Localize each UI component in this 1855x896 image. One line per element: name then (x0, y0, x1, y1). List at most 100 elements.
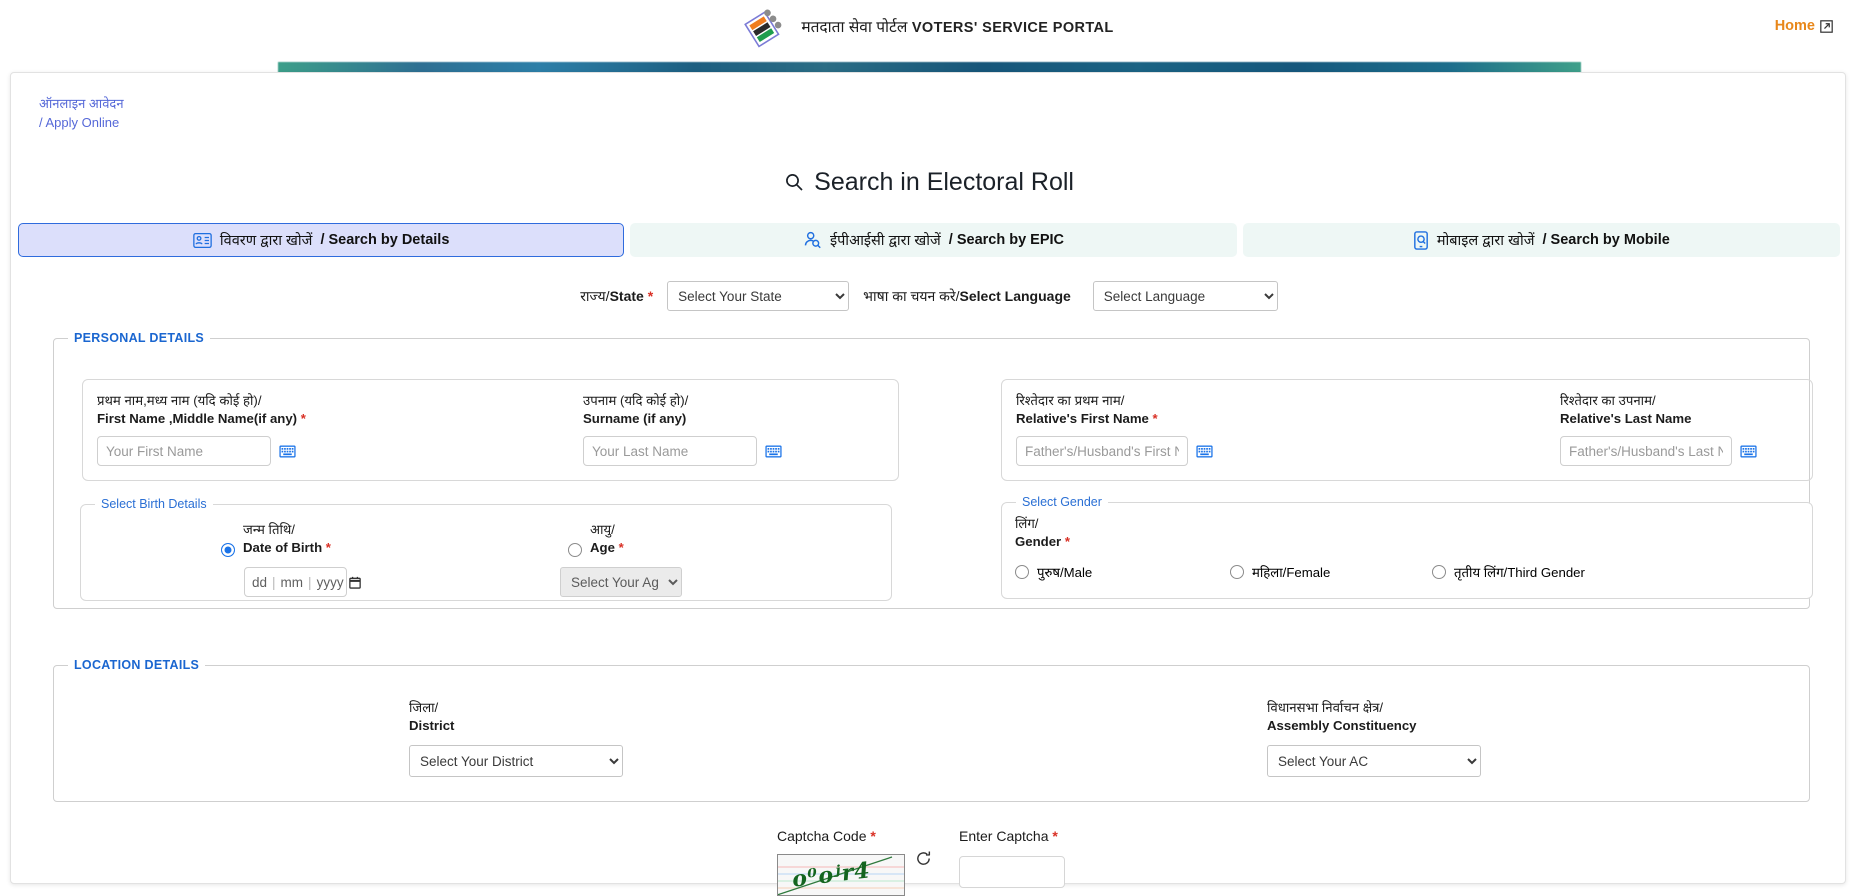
tab-search-by-details[interactable]: विवरण द्वारा खोजें / Search by Details (18, 223, 625, 257)
gender-label-hindi: लिंग/ (1015, 516, 1039, 531)
apply-online-label-english: / Apply Online (39, 114, 120, 130)
state-label-english: State (609, 287, 644, 304)
age-label: आयु/ Age * (590, 521, 624, 557)
personal-details-legend: PERSONAL DETAILS (74, 331, 205, 345)
calendar-icon[interactable] (348, 576, 361, 589)
search-card: ऑनलाइन आवेदन / Apply Online Search in El… (10, 72, 1847, 896)
dob-month-placeholder: mm (280, 574, 304, 590)
enter-captcha-label-text: Enter Captcha (959, 828, 1049, 844)
virtual-keyboard-icon[interactable] (765, 445, 782, 458)
gender-third-label: तृतीय लिंग/Third Gender (1454, 563, 1585, 581)
apply-online-label-hindi: ऑनलाइन आवेदन (39, 96, 124, 111)
first-name-label-english: First Name ,Middle Name(if any) * (97, 410, 306, 428)
tab-label-english: / Search by Mobile (1542, 232, 1670, 248)
relative-first-name-label-hindi: रिश्तेदार का प्रथम नाम/ (1016, 393, 1125, 408)
gender-option-male[interactable]: पुरुष/Male (1015, 563, 1230, 581)
tab-label-hindi: मोबाइल द्वारा खोजें (1436, 233, 1535, 249)
state-language-row: राज्य/State * Select Your State भाषा का … (11, 281, 1847, 311)
language-label: भाषा का चयन करे/Select Language (863, 287, 1071, 306)
virtual-keyboard-icon[interactable] (1740, 445, 1757, 458)
brand-title-english: VOTERS' SERVICE PORTAL (911, 20, 1114, 37)
gender-label-english-text: Gender (1015, 534, 1062, 550)
enter-captcha-required-marker: * (1052, 828, 1058, 844)
gender-male-label-hindi: पुरुष (1037, 565, 1060, 581)
gender-third-label-hindi: तृतीय लिंग (1454, 565, 1504, 581)
enter-captcha-label: Enter Captcha * (959, 828, 1065, 844)
tab-search-by-epic[interactable]: ईपीआईसी द्वारा खोजें / Search by EPIC (630, 223, 1237, 257)
apply-online-link[interactable]: ऑनलाइन आवेदन / Apply Online (39, 95, 124, 133)
dob-label-english-text: Date of Birth (243, 540, 323, 556)
dob-radio[interactable] (221, 543, 235, 558)
age-label-hindi: आयु/ (590, 522, 615, 537)
gender-option-female[interactable]: महिला/Female (1230, 563, 1432, 581)
captcha-code-required-marker: * (870, 828, 876, 844)
gender-female-label-hindi: महिला (1252, 565, 1283, 581)
assembly-constituency-select[interactable]: Select Your AC (1267, 745, 1481, 778)
captcha-code-label-text: Captcha Code (777, 828, 867, 844)
dob-separator: | (272, 574, 276, 590)
dob-separator: | (308, 574, 312, 590)
relative-first-name-label-english-text: Relative's First Name (1016, 411, 1149, 427)
page-title: Search in Electoral Roll (11, 168, 1847, 197)
birth-details-legend: Select Birth Details (101, 497, 207, 511)
gender-third-radio[interactable] (1432, 565, 1446, 580)
brand-text: मतदाता सेवा पोर्टल VOTERS' SERVICE PORTA… (801, 19, 1113, 37)
state-select[interactable]: Select Your State (667, 281, 850, 311)
home-link[interactable]: Home (1775, 18, 1833, 34)
gender-male-radio[interactable] (1015, 565, 1029, 580)
language-label-english: Select Language (959, 287, 1071, 304)
enter-captcha-input[interactable] (959, 856, 1065, 888)
tab-label-hindi: विवरण द्वारा खोजें (219, 233, 313, 249)
dob-label-english: Date of Birth * (243, 539, 331, 557)
gender-group: Select Gender लिंग/ Gender * पुरुष/Male (1001, 495, 1813, 599)
language-label-hindi: भाषा का चयन करे/ (863, 287, 960, 304)
surname-input[interactable] (583, 436, 757, 467)
surname-label: उपनाम (यदि कोई हो)/ Surname (if any) (583, 392, 782, 428)
captcha-image: o⁰oʲr4 (777, 854, 905, 896)
election-commission-ballot-icon (741, 5, 787, 51)
page-title-text: Search in Electoral Roll (814, 168, 1074, 196)
dob-year-placeholder: yyyy (316, 574, 344, 590)
gender-required-marker: * (1064, 534, 1070, 550)
age-required-marker: * (618, 540, 624, 556)
external-link-icon (1820, 19, 1833, 33)
district-select[interactable]: Select Your District (409, 745, 623, 778)
first-name-input[interactable] (97, 436, 271, 467)
relative-last-name-label: रिश्तेदार का उपनाम/ Relative's Last Name (1560, 392, 1757, 428)
dob-date-input[interactable]: dd | mm | yyyy (244, 567, 361, 598)
gender-female-label: महिला/Female (1252, 563, 1330, 581)
district-label: जिला/ District (409, 699, 623, 735)
virtual-keyboard-icon[interactable] (279, 445, 296, 458)
dob-label: जन्म तिथि/ Date of Birth * (243, 521, 331, 557)
first-name-required-marker: * (300, 411, 306, 427)
tab-label-hindi: ईपीआईसी द्वारा खोजें (829, 233, 941, 249)
relative-last-name-input[interactable] (1560, 436, 1732, 467)
age-label-english: Age * (590, 539, 624, 557)
voters-service-portal-page: मतदाता सेवा पोर्टल VOTERS' SERVICE PORTA… (0, 0, 1855, 896)
age-select[interactable]: Select Your Age (560, 567, 682, 598)
person-search-icon (803, 231, 822, 249)
gender-option-third[interactable]: तृतीय लिंग/Third Gender (1432, 563, 1585, 581)
relative-first-name-required-marker: * (1152, 411, 1158, 427)
captcha-code-label: Captcha Code * (777, 828, 932, 844)
dob-day-placeholder: dd (252, 574, 268, 590)
gender-female-radio[interactable] (1230, 565, 1244, 580)
home-link-label: Home (1774, 18, 1815, 34)
refresh-icon[interactable] (915, 850, 932, 867)
gender-legend: Select Gender (1022, 495, 1102, 509)
assembly-constituency-label: विधानसभा निर्वाचन क्षेत्र/ Assembly Cons… (1267, 699, 1481, 735)
applicant-name-box: प्रथम नाम,मध्य नाम (यदि कोई हो)/ First N… (82, 379, 899, 481)
tab-label-english: / Search by EPIC (948, 232, 1065, 248)
virtual-keyboard-icon[interactable] (1196, 445, 1213, 458)
age-radio[interactable] (568, 543, 582, 558)
assembly-constituency-label-hindi: विधानसभा निर्वाचन क्षेत्र/ (1267, 700, 1384, 715)
relative-name-box: रिश्तेदार का प्रथम नाम/ Relative's First… (1001, 379, 1813, 481)
relative-first-name-input[interactable] (1016, 436, 1188, 467)
gender-male-label: पुरुष/Male (1037, 563, 1092, 581)
surname-label-hindi: उपनाम (यदि कोई हो)/ (583, 393, 689, 408)
first-name-label: प्रथम नाम,मध्य नाम (यदि कोई हो)/ First N… (97, 392, 306, 428)
tab-label-english: / Search by Details (320, 232, 450, 248)
search-icon (784, 169, 810, 194)
language-select[interactable]: Select Language (1092, 281, 1278, 311)
tab-search-by-mobile[interactable]: मोबाइल द्वारा खोजें / Search by Mobile (1242, 223, 1840, 257)
